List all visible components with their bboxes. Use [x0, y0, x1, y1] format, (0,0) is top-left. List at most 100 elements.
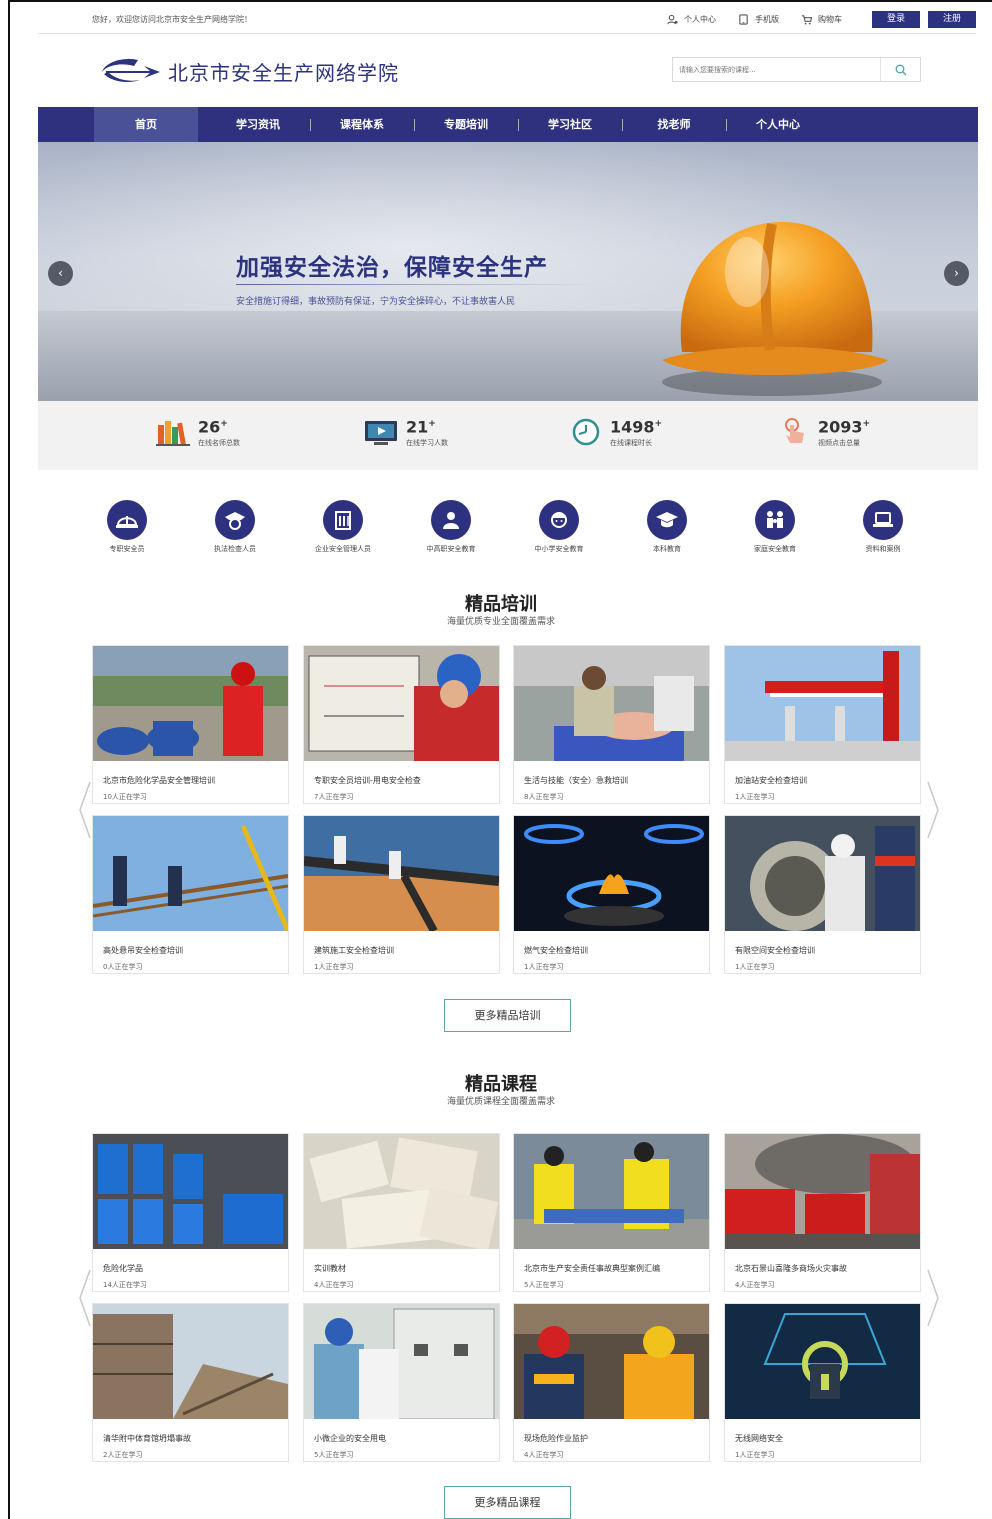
student-icon	[443, 512, 459, 529]
category-icon-wrap	[215, 500, 255, 540]
nav-item-find-teacher[interactable]: 找老师	[622, 107, 726, 142]
card-learner-count: 7人正在学习	[314, 793, 354, 801]
hero-banner: 加强安全法治，保障安全生产 安全措施订得细，事故预防有保证，宁为安全操碎心，不让…	[38, 142, 978, 401]
card-image-fire-trucks	[725, 1134, 920, 1249]
training-card[interactable]: 有限空间安全检查培训 1人正在学习	[724, 815, 921, 974]
training-card[interactable]: 燃气安全检查培训 1人正在学习	[513, 815, 710, 974]
card-image-rescue-drill	[514, 1134, 709, 1249]
video-icon	[365, 420, 397, 445]
stat-teachers: 26+ 在线名师总数	[156, 415, 240, 448]
category-icon-wrap	[863, 500, 903, 540]
category-enterprise-managers[interactable]: 企业安全管理人员	[298, 500, 388, 554]
category-label: 中小学安全教育	[534, 545, 584, 553]
courses-next-arrow[interactable]	[926, 1268, 940, 1328]
card-learner-count: 5人正在学习	[314, 1451, 354, 1459]
stat-label: 视频点击总量	[818, 439, 860, 448]
stat-suffix: +	[428, 419, 436, 429]
category-label: 中高职安全教育	[426, 545, 476, 553]
logo-text: 北京市安全生产网络学院	[168, 60, 399, 85]
course-card[interactable]: 无线网络安全 1人正在学习	[724, 1303, 921, 1462]
training-next-arrow[interactable]	[926, 780, 940, 840]
card-title: 小微企业的安全用电	[314, 1434, 386, 1443]
category-safety-officer[interactable]: 专职安全员	[82, 500, 172, 554]
training-card[interactable]: 专职安全员培训-用电安全检查 7人正在学习	[303, 645, 500, 804]
category-undergraduate[interactable]: 本科教育	[622, 500, 712, 554]
stat-suffix: +	[220, 419, 228, 429]
category-materials-cases[interactable]: 资料和案例	[838, 500, 928, 554]
user-icon	[667, 14, 678, 25]
card-learner-count: 2人正在学习	[103, 1451, 143, 1459]
top-link-mobile[interactable]: 手机版	[738, 14, 779, 25]
category-label: 企业安全管理人员	[315, 545, 371, 553]
course-card[interactable]: 北京市生产安全责任事故典型案例汇编 5人正在学习	[513, 1133, 710, 1292]
category-law-enforcement[interactable]: 执法检查人员	[190, 500, 280, 554]
banner-next-button[interactable]: ›	[944, 261, 969, 286]
top-link-personal-center[interactable]: 个人中心	[667, 14, 716, 25]
banner-prev-button[interactable]: ‹	[48, 261, 73, 286]
nav-item-curriculum[interactable]: 课程体系	[310, 107, 414, 142]
card-title: 生活与技能（安全）急救培训	[524, 776, 628, 785]
card-image-electrical-inspection	[304, 646, 499, 761]
search-icon	[895, 64, 906, 75]
top-link-cart[interactable]: 购物车	[801, 14, 842, 25]
nav-item-home[interactable]: 首页	[94, 107, 198, 142]
training-card[interactable]: 高处悬吊安全检查培训 0人正在学习	[92, 815, 291, 974]
course-card[interactable]: 北京石景山喜隆多商场火灾事故 4人正在学习	[724, 1133, 921, 1292]
category-vocational-education[interactable]: 中高职安全教育	[406, 500, 496, 554]
more-training-button[interactable]: 更多精品培训	[444, 999, 571, 1032]
card-image-steel-beam	[303, 816, 500, 933]
course-card[interactable]: 危险化学品 14人正在学习	[92, 1133, 289, 1292]
category-label: 专职安全员	[109, 545, 145, 553]
course-card[interactable]: 实训教材 4人正在学习	[303, 1133, 500, 1292]
card-title: 清华附中体育馆坍塌事故	[103, 1434, 191, 1443]
card-image-scaffold	[92, 816, 291, 932]
search-input[interactable]	[673, 58, 880, 81]
welcome-text: 您好，欢迎您访问北京市安全生产网络学院！	[92, 15, 252, 24]
nav-item-news[interactable]: 学习资讯	[206, 107, 310, 142]
training-card[interactable]: 加油站安全检查培训 1人正在学习	[724, 645, 921, 804]
course-card[interactable]: 现场危险作业监护 4人正在学习	[513, 1303, 710, 1462]
stat-video-clicks: 2093+ 视频点击总量	[776, 415, 870, 448]
top-link-label: 购物车	[818, 15, 842, 24]
logo-emblem-icon	[102, 58, 160, 82]
courses-prev-arrow[interactable]	[78, 1268, 92, 1328]
card-learner-count: 4人正在学习	[524, 1451, 564, 1459]
card-learner-count: 1人正在学习	[524, 963, 564, 971]
card-learner-count: 4人正在学习	[735, 1281, 775, 1289]
card-image-gas-station	[725, 646, 920, 761]
nav-item-community[interactable]: 学习社区	[518, 107, 622, 142]
site-logo[interactable]: 北京市安全生产网络学院	[98, 54, 399, 88]
more-courses-button[interactable]: 更多精品课程	[444, 1486, 571, 1519]
police-cap-icon	[225, 512, 245, 530]
register-button[interactable]: 注册	[928, 11, 976, 28]
training-card[interactable]: 北京市危险化学品安全管理培训 10人正在学习	[92, 645, 289, 804]
courses-section-title: 精品课程	[465, 1074, 537, 1095]
stat-number: 21	[406, 417, 429, 437]
training-prev-arrow[interactable]	[78, 780, 92, 840]
search-button[interactable]	[880, 58, 920, 81]
training-section-subtitle: 海量优质专业全面覆盖需求	[446, 617, 555, 627]
card-image-gas-flame	[514, 816, 709, 931]
nav-item-personal-center[interactable]: 个人中心	[726, 107, 830, 142]
course-card[interactable]: 清华附中体育馆坍塌事故 2人正在学习	[92, 1303, 289, 1462]
hardhat-icon	[116, 516, 138, 528]
nav-item-special-training[interactable]: 专题培训	[414, 107, 518, 142]
training-card[interactable]: 建筑施工安全检查培训 1人正在学习	[303, 815, 500, 974]
card-title: 无线网络安全	[735, 1434, 783, 1443]
graduation-cap-icon	[656, 512, 678, 528]
laptop-icon	[873, 512, 893, 527]
course-card[interactable]: 小微企业的安全用电 5人正在学习	[303, 1303, 500, 1462]
training-card[interactable]: 生活与技能（安全）急救培训 8人正在学习	[513, 645, 710, 804]
category-icon-wrap	[107, 500, 147, 540]
family-icon	[767, 511, 783, 528]
stat-suffix: +	[862, 419, 871, 429]
hardhat-image	[662, 222, 888, 396]
card-image-network-lock	[725, 1304, 920, 1419]
card-title: 北京石景山喜隆多商场火灾事故	[735, 1264, 847, 1273]
category-label: 执法检查人员	[214, 545, 256, 553]
banner-divider	[236, 284, 596, 285]
category-family-safety[interactable]: 家庭安全教育	[730, 500, 820, 554]
mobile-icon	[739, 14, 748, 25]
login-button[interactable]: 登录	[872, 11, 920, 28]
category-school-education[interactable]: 中小学安全教育	[514, 500, 604, 554]
